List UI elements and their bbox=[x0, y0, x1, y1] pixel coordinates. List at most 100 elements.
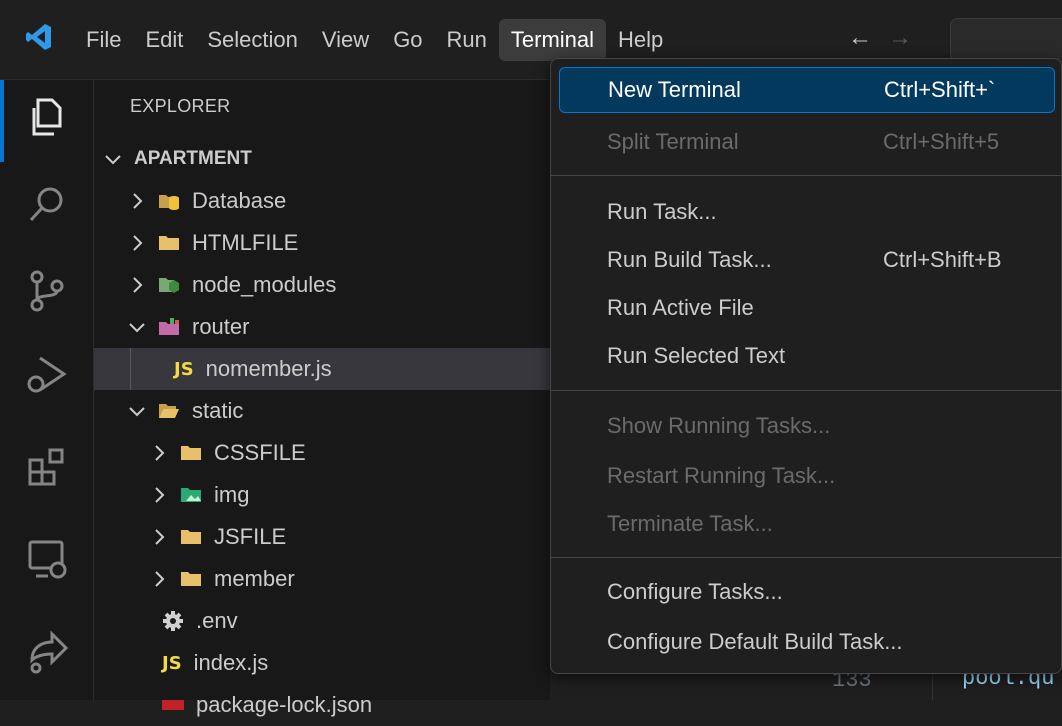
folder-icon bbox=[181, 572, 201, 586]
menu-item-label: New Terminal bbox=[608, 77, 741, 102]
folder-router-icon bbox=[159, 318, 179, 335]
remote-explorer-icon[interactable] bbox=[22, 534, 72, 584]
gear-icon bbox=[163, 611, 183, 631]
source-control-icon[interactable] bbox=[22, 266, 72, 316]
menu-item-label: Run Task... bbox=[607, 199, 717, 224]
forward-arrow-icon[interactable]: → bbox=[888, 24, 912, 52]
chevron-down-icon bbox=[105, 155, 121, 165]
tree-item-label: router bbox=[192, 314, 250, 339]
terminal-menu-dropdown: New Terminal Ctrl+Shift+` Split Terminal… bbox=[550, 58, 1062, 674]
tree-item-env[interactable]: .env bbox=[94, 600, 550, 642]
tree-item-member[interactable]: member bbox=[94, 558, 550, 600]
tree-item-static[interactable]: static bbox=[94, 390, 550, 432]
menu-run-task[interactable]: Run Task... bbox=[559, 189, 1055, 235]
menu-run-build-task[interactable]: Run Build Task... Ctrl+Shift+B bbox=[559, 237, 1055, 283]
extensions-icon[interactable] bbox=[22, 442, 72, 492]
chevron-right-icon bbox=[155, 487, 165, 503]
run-debug-icon[interactable] bbox=[22, 350, 72, 400]
active-indicator bbox=[0, 80, 4, 162]
tree-item-package-lock-json[interactable]: package-lock.json bbox=[94, 684, 550, 726]
tree-item-label: nomember.js bbox=[205, 356, 332, 381]
js-file-icon: JS bbox=[162, 652, 182, 674]
tree-item-nomember-js[interactable]: JS nomember.js bbox=[94, 348, 550, 390]
menu-help[interactable]: Help bbox=[606, 19, 675, 61]
vscode-logo-icon[interactable] bbox=[26, 22, 52, 52]
menu-item-label: Restart Running Task... bbox=[607, 463, 836, 488]
explorer-icon[interactable] bbox=[22, 92, 72, 142]
chevron-right-icon bbox=[133, 193, 143, 209]
tree-item-database[interactable]: Database bbox=[94, 180, 550, 222]
chevron-down-icon bbox=[129, 323, 145, 333]
tree-item-label: CSSFILE bbox=[214, 440, 306, 465]
menu-separator bbox=[551, 390, 1061, 391]
menu-item-shortcut: Ctrl+Shift+B bbox=[883, 247, 1002, 272]
tree-item-htmlfile[interactable]: HTMLFILE bbox=[94, 222, 550, 264]
menu-item-label: Terminate Task... bbox=[607, 511, 773, 536]
menu-restart-running-task[interactable]: Restart Running Task... bbox=[559, 453, 1055, 499]
chevron-right-icon bbox=[155, 529, 165, 545]
folder-database-icon bbox=[159, 195, 179, 210]
tree-item-label: .env bbox=[196, 608, 238, 633]
tree-item-img[interactable]: img bbox=[94, 474, 550, 516]
menu-separator bbox=[551, 175, 1061, 176]
folder-icon bbox=[159, 236, 179, 250]
menu-go[interactable]: Go bbox=[381, 19, 434, 61]
menu-item-label: Show Running Tasks... bbox=[607, 413, 831, 438]
indent-guide bbox=[130, 348, 131, 390]
menu-view[interactable]: View bbox=[310, 19, 381, 61]
menu-terminal[interactable]: Terminal bbox=[498, 19, 607, 61]
menu-configure-default-build-task[interactable]: Configure Default Build Task... bbox=[559, 619, 1055, 665]
search-icon[interactable] bbox=[22, 180, 72, 230]
activity-bar bbox=[0, 80, 94, 700]
command-center-search[interactable] bbox=[950, 18, 1062, 62]
menu-item-shortcut: Ctrl+Shift+5 bbox=[883, 129, 1000, 154]
menu-edit[interactable]: Edit bbox=[133, 19, 195, 61]
explorer-sidebar: EXPLORER APARTMENT Database HTMLFILE nod… bbox=[94, 80, 550, 717]
tree-item-label: static bbox=[192, 398, 244, 423]
menu-separator bbox=[551, 557, 1061, 558]
tree-root-apartment[interactable]: APARTMENT bbox=[94, 138, 550, 180]
menu-file[interactable]: File bbox=[74, 19, 133, 61]
menu-split-terminal[interactable]: Split Terminal Ctrl+Shift+5 bbox=[559, 119, 1055, 165]
menu-terminate-task[interactable]: Terminate Task... bbox=[559, 501, 1055, 547]
chevron-down-icon bbox=[129, 407, 145, 417]
chevron-right-icon bbox=[133, 277, 143, 293]
chevron-right-icon bbox=[155, 571, 165, 587]
tree-item-label: index.js bbox=[193, 650, 269, 675]
tree-item-index-js[interactable]: JS index.js bbox=[94, 642, 550, 684]
folder-open-icon bbox=[159, 404, 179, 418]
js-file-icon: JS bbox=[174, 358, 194, 380]
tree-item-label: node_modules bbox=[192, 272, 337, 297]
tree-root-label: APARTMENT bbox=[134, 148, 252, 169]
tree-item-router[interactable]: router bbox=[94, 306, 550, 348]
tree-item-cssfile[interactable]: CSSFILE bbox=[94, 432, 550, 474]
folder-icon bbox=[181, 446, 201, 460]
tree-item-node-modules[interactable]: node_modules bbox=[94, 264, 550, 306]
menu-show-running-tasks[interactable]: Show Running Tasks... bbox=[559, 403, 1055, 449]
menu-item-label: Configure Default Build Task... bbox=[607, 629, 903, 654]
tree-item-jsfile[interactable]: JSFILE bbox=[94, 516, 550, 558]
menu-item-label: Run Selected Text bbox=[607, 343, 786, 368]
tree-item-label: JSFILE bbox=[214, 524, 287, 549]
menu-new-terminal[interactable]: New Terminal Ctrl+Shift+` bbox=[559, 67, 1055, 113]
nav-arrows: ← → bbox=[848, 24, 912, 52]
menu-run[interactable]: Run bbox=[435, 19, 499, 61]
live-share-icon[interactable] bbox=[22, 626, 72, 676]
tree-item-label: HTMLFILE bbox=[192, 230, 299, 255]
back-arrow-icon[interactable]: ← bbox=[848, 24, 872, 52]
menu-run-selected-text[interactable]: Run Selected Text bbox=[559, 333, 1055, 379]
menu-run-active-file[interactable]: Run Active File bbox=[559, 285, 1055, 331]
menu-item-label: Run Active File bbox=[607, 295, 754, 320]
folder-icon bbox=[181, 530, 201, 544]
npm-file-icon bbox=[162, 700, 184, 710]
tree-item-label: img bbox=[214, 482, 250, 507]
menu-configure-tasks[interactable]: Configure Tasks... bbox=[559, 569, 1055, 615]
tree-item-label: Database bbox=[192, 188, 287, 213]
explorer-title: EXPLORER bbox=[130, 96, 231, 116]
tree-item-label: member bbox=[214, 566, 295, 591]
folder-image-icon bbox=[181, 488, 201, 502]
chevron-right-icon bbox=[133, 235, 143, 251]
menu-item-shortcut: Ctrl+Shift+` bbox=[884, 77, 996, 102]
menu-selection[interactable]: Selection bbox=[195, 19, 310, 61]
folder-node-icon bbox=[159, 278, 179, 293]
